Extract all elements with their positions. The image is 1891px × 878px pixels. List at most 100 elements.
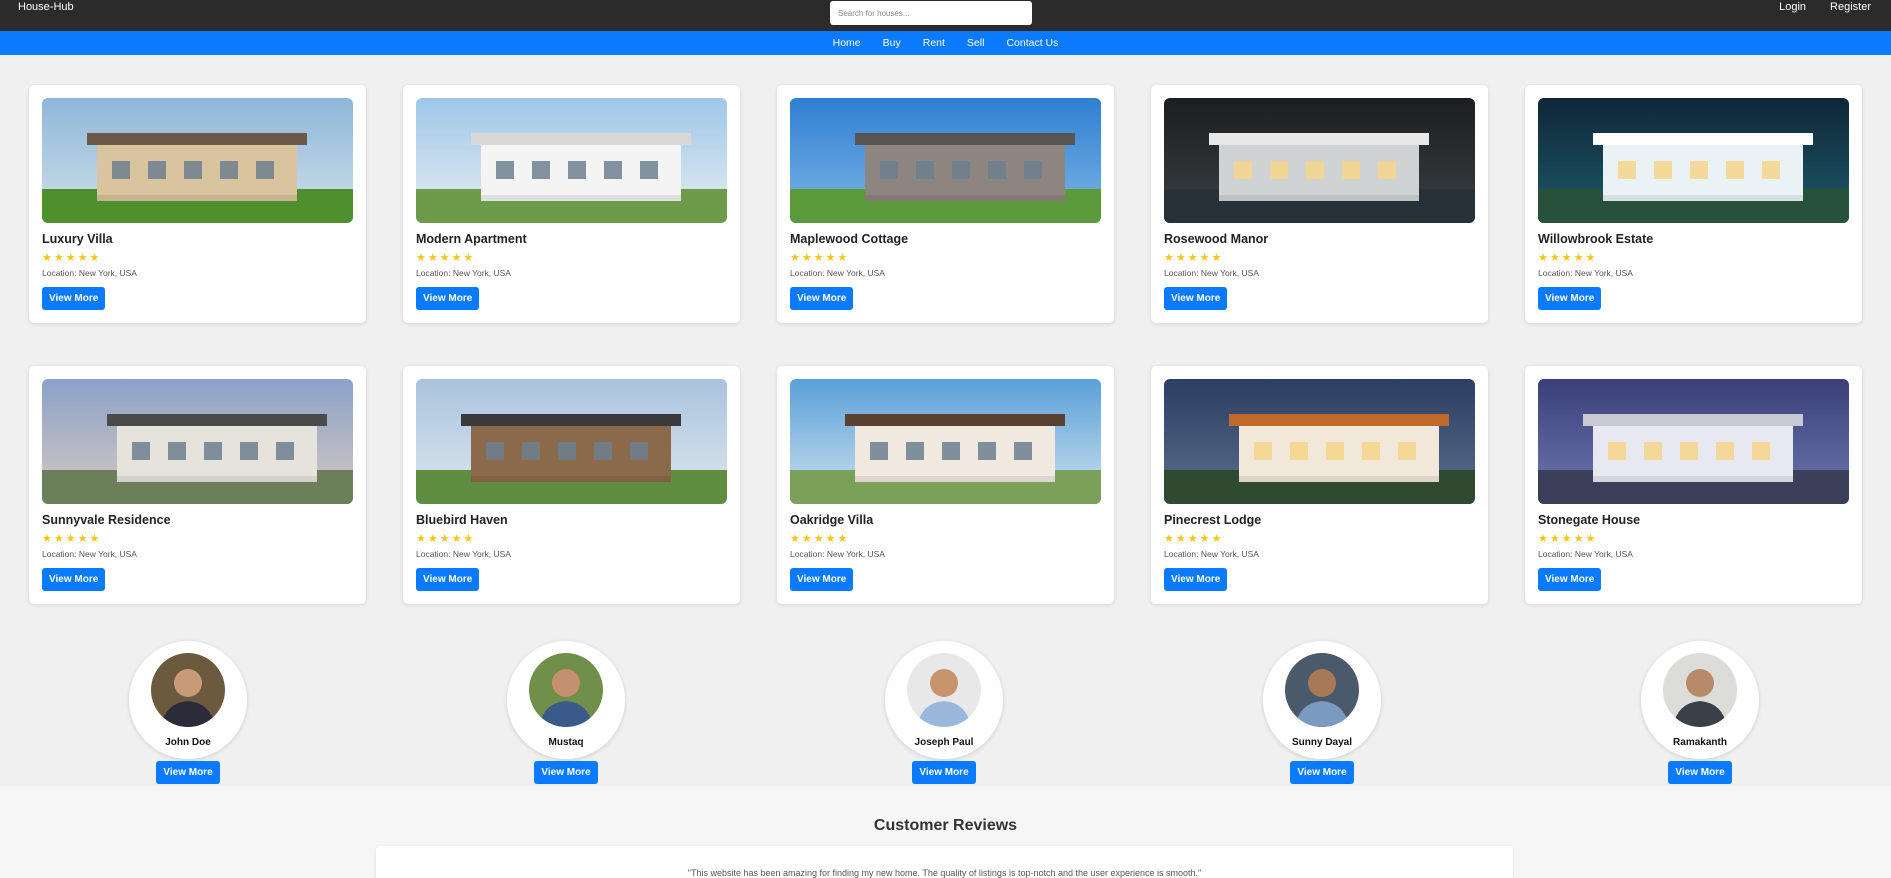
listings-row: Sunnyvale Residence ★ ★ ★ ★ ★ Location: New Yo… [29, 366, 1862, 604]
star-icon: ★ [42, 252, 52, 264]
rating-stars: ★ ★ ★ ★ ★ [42, 534, 353, 545]
brand-logo[interactable]: House-Hub [18, 1, 74, 13]
nav-rent[interactable]: Rent [912, 37, 956, 49]
nav-home[interactable]: Home [822, 37, 872, 49]
avatar [1663, 653, 1737, 727]
avatar [529, 653, 603, 727]
agents-section: John Doe View More Mustaq View More Joseph P… [0, 641, 1891, 786]
agent-view-more-button[interactable]: View More [912, 761, 976, 784]
view-more-button[interactable]: View More [1538, 568, 1602, 591]
avatar [151, 653, 225, 727]
avatar [907, 653, 981, 727]
agent-card: Mustaq View More [506, 641, 626, 784]
star-icon: ★ [1538, 533, 1548, 545]
star-icon: ★ [1549, 252, 1560, 264]
view-more-button[interactable]: View More [416, 287, 480, 310]
search-input[interactable] [830, 1, 1032, 25]
view-more-button[interactable]: View More [1538, 287, 1602, 310]
review-text: "This website has been amazing for findi… [687, 868, 1202, 878]
star-icon: ★ [1211, 533, 1222, 545]
agent-card: Ramakanth View More [1640, 641, 1760, 784]
star-icon: ★ [451, 533, 462, 545]
view-more-button[interactable]: View More [790, 568, 854, 591]
house-photo [42, 379, 353, 504]
agent-name: Sunny Dayal [1291, 737, 1353, 748]
star-icon: ★ [427, 252, 438, 264]
agent-profile-circle: Ramakanth [1641, 641, 1759, 759]
view-more-button[interactable]: View More [42, 287, 106, 310]
listing-title: Modern Apartment [416, 232, 527, 246]
listing-card: Rosewood Manor ★ ★ ★ ★ ★ Location: New York, U… [1151, 85, 1488, 323]
rating-stars: ★ ★ ★ ★ ★ [1164, 534, 1475, 545]
listing-location: Location: New York, USA [1164, 268, 1259, 278]
view-more-button[interactable]: View More [1164, 287, 1228, 310]
house-photo [790, 379, 1101, 504]
star-icon: ★ [801, 533, 812, 545]
listing-card: Sunnyvale Residence ★ ★ ★ ★ ★ Location: New Yo… [29, 366, 366, 604]
star-icon: ★ [439, 252, 450, 264]
listing-location: Location: New York, USA [1538, 268, 1633, 278]
agent-view-more-button[interactable]: View More [534, 761, 598, 784]
house-photo [42, 98, 353, 223]
agent-profile-circle: John Doe [129, 641, 247, 759]
reviews-title: Customer Reviews [873, 817, 1018, 834]
listing-location: Location: New York, USA [42, 268, 137, 278]
nav-sell[interactable]: Sell [956, 37, 996, 49]
rating-stars: ★ ★ ★ ★ ★ [790, 253, 1101, 264]
listing-title: Oakridge Villa [790, 513, 874, 527]
view-more-button[interactable]: View More [1164, 568, 1228, 591]
listing-card: Oakridge Villa ★ ★ ★ ★ ★ Location: New York, U… [777, 366, 1114, 604]
nav-buy[interactable]: Buy [872, 37, 912, 49]
nav-contact-us[interactable]: Contact Us [995, 37, 1069, 49]
star-icon: ★ [65, 252, 76, 264]
star-icon: ★ [1573, 252, 1584, 264]
star-icon: ★ [463, 252, 474, 264]
star-icon: ★ [1175, 252, 1186, 264]
star-icon: ★ [801, 252, 812, 264]
login-link[interactable]: Login [1779, 1, 1806, 13]
star-icon: ★ [837, 252, 848, 264]
star-icon: ★ [427, 533, 438, 545]
star-icon: ★ [790, 533, 800, 545]
listing-location: Location: New York, USA [790, 549, 885, 559]
star-icon: ★ [65, 533, 76, 545]
agent-card: John Doe View More [128, 641, 248, 784]
star-icon: ★ [1199, 252, 1210, 264]
star-icon: ★ [77, 252, 88, 264]
rating-stars: ★ ★ ★ ★ ★ [1164, 253, 1475, 264]
listing-title: Willowbrook Estate [1538, 232, 1654, 246]
listing-location: Location: New York, USA [790, 268, 885, 278]
star-icon: ★ [463, 533, 474, 545]
star-icon: ★ [837, 533, 848, 545]
rating-stars: ★ ★ ★ ★ ★ [416, 534, 727, 545]
view-more-button[interactable]: View More [416, 568, 480, 591]
star-icon: ★ [53, 252, 64, 264]
agent-view-more-button[interactable]: View More [1290, 761, 1354, 784]
star-icon: ★ [825, 533, 836, 545]
review-card: "This website has been amazing for findi… [376, 846, 1513, 878]
page: House-Hub Login Register Home Buy Rent S… [0, 0, 1891, 878]
agent-view-more-button[interactable]: View More [156, 761, 220, 784]
register-link[interactable]: Register [1830, 1, 1871, 13]
agent-name: Ramakanth [1673, 737, 1727, 748]
listing-title: Luxury Villa [42, 232, 113, 246]
house-photo [1164, 379, 1475, 504]
star-icon: ★ [813, 252, 824, 264]
star-icon: ★ [439, 533, 450, 545]
star-icon: ★ [1538, 252, 1548, 264]
view-more-button[interactable]: View More [42, 568, 106, 591]
agent-name: Mustaq [548, 737, 584, 748]
house-photo [416, 98, 727, 223]
rating-stars: ★ ★ ★ ★ ★ [1538, 253, 1849, 264]
listing-card: Willowbrook Estate ★ ★ ★ ★ ★ Location: New Yor… [1525, 85, 1862, 323]
agent-card: Sunny Dayal View More [1262, 641, 1382, 784]
star-icon: ★ [451, 252, 462, 264]
agent-view-more-button[interactable]: View More [1668, 761, 1732, 784]
listing-card: Maplewood Cottage ★ ★ ★ ★ ★ Location: New York… [777, 85, 1114, 323]
star-icon: ★ [1585, 252, 1596, 264]
star-icon: ★ [1164, 533, 1174, 545]
star-icon: ★ [1573, 533, 1584, 545]
listing-card: Luxury Villa ★ ★ ★ ★ ★ Location: New York, USA… [29, 85, 366, 323]
star-icon: ★ [53, 533, 64, 545]
view-more-button[interactable]: View More [790, 287, 854, 310]
